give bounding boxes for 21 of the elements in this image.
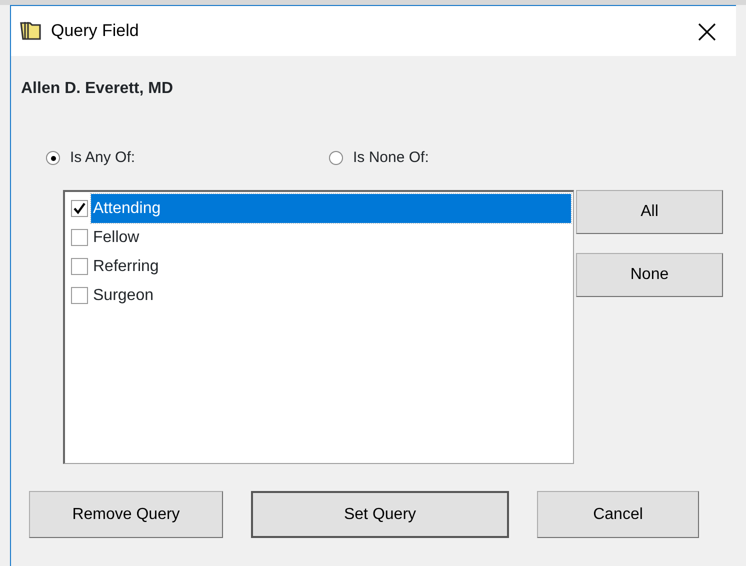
window-title: Query Field	[51, 20, 140, 42]
checkbox[interactable]	[71, 200, 88, 217]
list-item[interactable]: Referring	[91, 252, 571, 281]
close-icon	[698, 22, 716, 41]
list-item[interactable]: Fellow	[91, 223, 571, 252]
radio-option[interactable]: Is Any Of:	[46, 126, 329, 190]
list-item[interactable]: Surgeon	[91, 281, 571, 310]
radio-button[interactable]	[46, 151, 60, 165]
checkbox[interactable]	[71, 229, 88, 246]
dialog-button[interactable]: Remove Query	[29, 491, 223, 538]
list-item[interactable]: Attending	[91, 194, 571, 223]
radio-option[interactable]: Is None Of:	[329, 126, 612, 190]
dialog-button[interactable]: Cancel	[537, 491, 699, 538]
radio-button[interactable]	[329, 151, 343, 165]
physician-name: Allen D. Everett, MD	[21, 80, 174, 97]
checkbox[interactable]	[71, 258, 88, 275]
select-button[interactable]: All	[576, 190, 723, 234]
folder-icon	[19, 19, 43, 43]
checkbox[interactable]	[71, 287, 88, 304]
select-button[interactable]: None	[576, 253, 723, 297]
dialog-button[interactable]: Set Query	[251, 491, 509, 538]
